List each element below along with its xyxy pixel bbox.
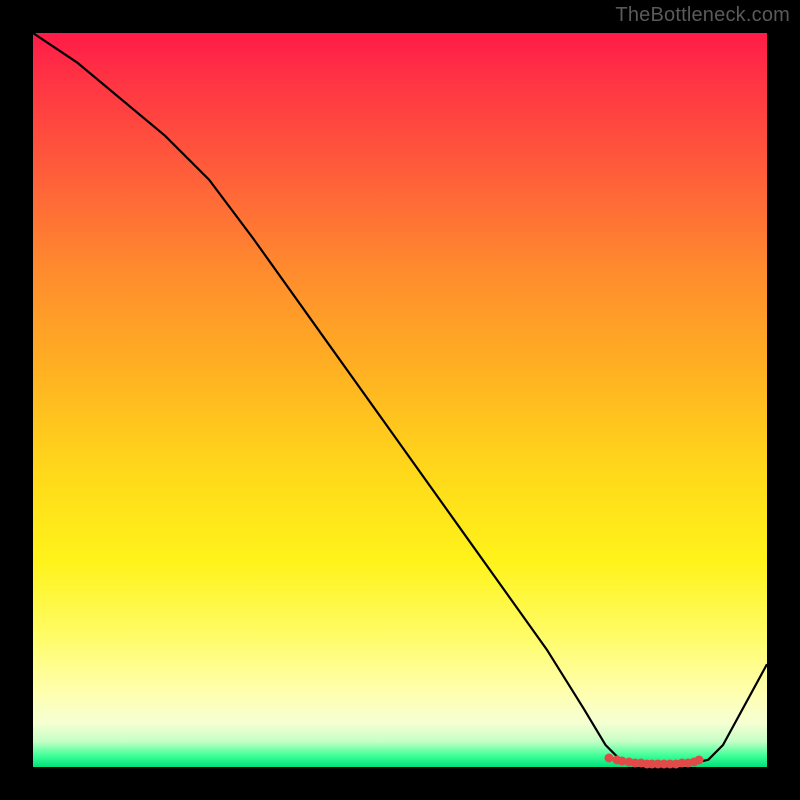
chart-container: TheBottleneck.com (0, 0, 800, 800)
marker-dot (695, 756, 704, 765)
plot-area (33, 33, 767, 767)
watermark-text: TheBottleneck.com (615, 4, 790, 27)
marker-cluster (33, 33, 767, 767)
